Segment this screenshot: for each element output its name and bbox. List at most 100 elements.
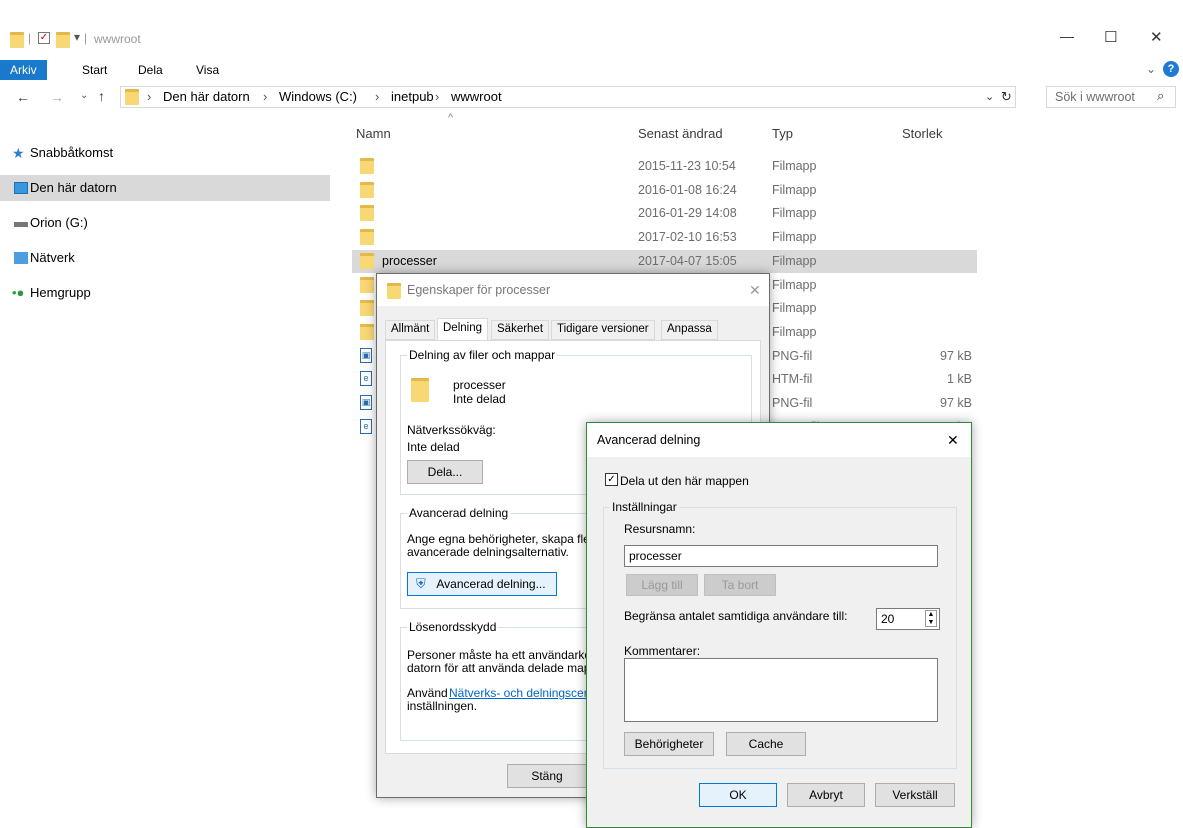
sort-ascending-icon: ^ (448, 112, 454, 124)
breadcrumb-this-pc[interactable]: Den här datorn (163, 89, 250, 104)
ok-button[interactable]: OK (699, 783, 777, 807)
share-name-input[interactable]: processer (624, 545, 938, 567)
permissions-button[interactable]: Behörigheter (624, 732, 714, 756)
nav-homegroup[interactable]: •● Hemgrupp (0, 280, 330, 306)
file-type: HTM-fil (772, 372, 813, 387)
separator: | (28, 31, 32, 45)
folder-name: processer (453, 378, 506, 392)
title-bar: | ✓ ▾ | wwwroot — ☐ ✕ (0, 24, 1183, 58)
tab-visa[interactable]: Visa (186, 60, 229, 80)
file-type: Filmapp (772, 230, 817, 245)
share-folder-label: Dela ut den här mappen (620, 474, 749, 488)
network-icon (14, 252, 28, 264)
add-button[interactable]: Lägg till (626, 574, 698, 596)
properties-title: Egenskaper för processer (407, 283, 551, 297)
search-placeholder: Sök i wwwroot (1055, 90, 1135, 104)
close-icon[interactable]: ✕ (749, 274, 761, 306)
settings-group: Inställningar Resursnamn: processer Lägg… (603, 500, 957, 769)
file-date: 2017-04-07 15:05 (638, 253, 737, 268)
apply-button[interactable]: Verkställ (875, 783, 955, 807)
folder-icon (360, 276, 374, 293)
tab-general[interactable]: Allmänt (385, 320, 436, 340)
column-type[interactable]: Typ (772, 126, 793, 141)
forward-arrow-icon[interactable]: → (50, 89, 64, 105)
tab-dela[interactable]: Dela (128, 60, 173, 80)
back-arrow-icon[interactable]: ← (16, 89, 30, 105)
address-bar: ← → ⌄ ↑ › Den här datorn › Windows (C:) … (0, 84, 1183, 112)
address-field[interactable]: › Den här datorn › Windows (C:) › inetpu… (120, 86, 1016, 108)
tab-arkiv[interactable]: Arkiv (0, 60, 47, 80)
share-button[interactable]: Dela... (407, 460, 483, 484)
tab-sharing[interactable]: Delning (437, 318, 488, 341)
breadcrumb-inetpub[interactable]: inetpub (391, 89, 434, 104)
drive-icon (14, 222, 28, 227)
network-path: Inte delad (407, 440, 460, 454)
refresh-icon[interactable]: ↻ (1001, 89, 1012, 105)
up-arrow-icon[interactable]: ↑ (98, 88, 105, 104)
new-folder-icon[interactable] (56, 32, 70, 48)
help-icon[interactable]: ? (1163, 61, 1179, 77)
table-row[interactable]: 2016-01-29 14:08 Filmapp (352, 202, 977, 225)
tab-customize[interactable]: Anpassa (661, 320, 718, 340)
window-title: wwwroot (94, 32, 141, 46)
recent-dropdown-icon[interactable]: ⌄ (80, 90, 88, 101)
navigation-pane: ★ Snabbåtkomst Den här datorn Orion (G:)… (0, 112, 342, 828)
cancel-button[interactable]: Avbryt (787, 783, 865, 807)
file-size: 97 kB (940, 396, 972, 410)
file-date: 2016-01-08 16:24 (638, 182, 737, 197)
folder-icon (360, 229, 374, 246)
user-limit-stepper[interactable]: 20 ▲ ▼ (876, 608, 940, 630)
maximize-button[interactable]: ☐ (1104, 28, 1117, 46)
folder-icon (360, 300, 374, 317)
network-sharing-center-link[interactable]: Nätverks- och delningscer (449, 686, 588, 700)
nav-this-pc[interactable]: Den här datorn (0, 175, 330, 201)
search-box[interactable]: Sök i wwwroot ⌕ (1046, 86, 1176, 108)
tab-security[interactable]: Säkerhet (491, 320, 550, 340)
file-type: PNG-fil (772, 348, 813, 363)
folder-icon (125, 89, 139, 105)
table-row[interactable]: 2017-02-10 16:53 Filmapp (352, 226, 977, 249)
qat-dropdown-icon[interactable]: ▾ (74, 30, 80, 44)
column-date[interactable]: Senast ändrad (638, 126, 723, 141)
table-row[interactable]: 2015-11-23 10:54 Filmapp (352, 155, 977, 178)
comments-textarea[interactable] (624, 658, 938, 722)
table-row[interactable]: 2016-01-08 16:24 Filmapp (352, 179, 977, 202)
folder-icon (360, 323, 374, 340)
folder-icon (411, 378, 429, 402)
column-size[interactable]: Storlek (902, 126, 942, 141)
expand-ribbon-icon[interactable]: ⌄ (1146, 62, 1156, 76)
folder-icon (360, 158, 374, 174)
nav-quick-access[interactable]: ★ Snabbåtkomst (0, 140, 330, 166)
breadcrumb-wwwroot[interactable]: wwwroot (451, 89, 502, 104)
column-name[interactable]: Namn (356, 126, 391, 141)
share-folder-checkbox[interactable]: ✓ (605, 473, 618, 486)
advanced-sharing-title: Avancerad delning (597, 433, 701, 447)
nav-network[interactable]: Nätverk (0, 245, 330, 271)
nav-orion-drive[interactable]: Orion (G:) (0, 210, 330, 236)
properties-icon[interactable]: ✓ (38, 32, 50, 44)
spin-arrows-icon[interactable]: ▲ ▼ (925, 610, 937, 627)
file-date: 2017-02-10 16:53 (638, 230, 737, 245)
tab-start[interactable]: Start (72, 60, 117, 80)
file-type: Filmapp (772, 301, 817, 316)
table-row[interactable]: processer 2017-04-07 15:05 Filmapp (352, 249, 977, 273)
file-size: 97 kB (940, 348, 972, 363)
file-size: 1 kB (946, 372, 972, 387)
advanced-sharing-button[interactable]: ⛨ Avancerad delning... (407, 572, 557, 596)
close-button[interactable]: ✕ (1150, 28, 1163, 46)
address-dropdown-icon[interactable]: ⌄ (985, 90, 994, 103)
star-icon: ★ (12, 145, 25, 161)
folder-icon (10, 32, 24, 48)
remove-button[interactable]: Ta bort (704, 574, 776, 596)
tab-previous-versions[interactable]: Tidigare versioner (551, 320, 655, 340)
close-icon[interactable]: ✕ (947, 423, 959, 457)
search-icon[interactable]: ⌕ (1157, 88, 1164, 104)
minimize-button[interactable]: — (1060, 28, 1074, 44)
file-date: 2015-11-23 10:54 (638, 159, 736, 173)
file-icon: e (360, 371, 372, 387)
breadcrumb-windows-c[interactable]: Windows (C:) (279, 89, 357, 104)
folder-icon (360, 252, 374, 269)
close-button[interactable]: Stäng (507, 764, 587, 788)
cache-button[interactable]: Cache (726, 732, 806, 756)
advanced-sharing-title-bar: Avancerad delning ✕ (587, 423, 971, 457)
